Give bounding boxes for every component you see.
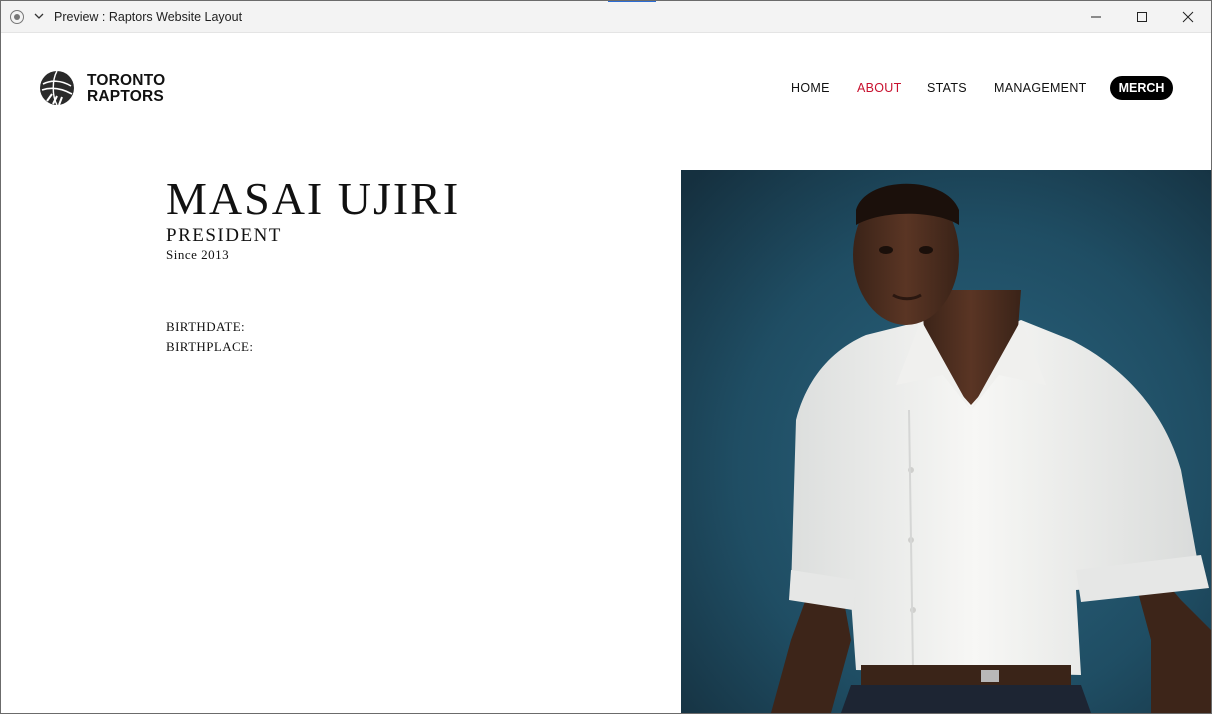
record-icon[interactable] — [10, 10, 24, 24]
brand-line-1: TORONTO — [87, 72, 166, 89]
profile-since: Since 2013 — [166, 247, 230, 262]
merch-button[interactable]: MERCH — [1110, 76, 1173, 100]
minimize-button[interactable] — [1073, 0, 1119, 33]
profile-portrait — [681, 170, 1211, 713]
nav-management[interactable]: MANAGEMENT — [994, 81, 1087, 95]
window-border — [0, 0, 1, 714]
birthdate-label: BIRTHDATE: — [166, 319, 246, 334]
maximize-button[interactable] — [1119, 0, 1165, 33]
close-icon — [1182, 11, 1194, 22]
profile-name: MASAI UJIRI — [166, 173, 461, 224]
birthplace-label: BIRTHPLACE: — [166, 339, 254, 354]
nav-about[interactable]: ABOUT — [857, 81, 902, 95]
minimize-icon — [1091, 16, 1101, 17]
window-border — [0, 0, 1212, 1]
brand-name[interactable]: TORONTO RAPTORS — [87, 73, 165, 105]
maximize-icon — [1137, 11, 1147, 22]
nav-stats[interactable]: STATS — [927, 81, 967, 95]
close-button[interactable] — [1165, 0, 1211, 33]
raptors-ball-icon[interactable] — [39, 70, 75, 106]
window-titlebar: Preview : Raptors Website Layout — [0, 0, 1212, 33]
window-title: Preview : Raptors Website Layout — [54, 10, 243, 24]
profile-role: PRESIDENT — [166, 225, 282, 246]
brand-line-2: RAPTORS — [87, 88, 164, 105]
chevron-down-icon[interactable] — [33, 9, 45, 21]
nav-home[interactable]: HOME — [791, 81, 830, 95]
